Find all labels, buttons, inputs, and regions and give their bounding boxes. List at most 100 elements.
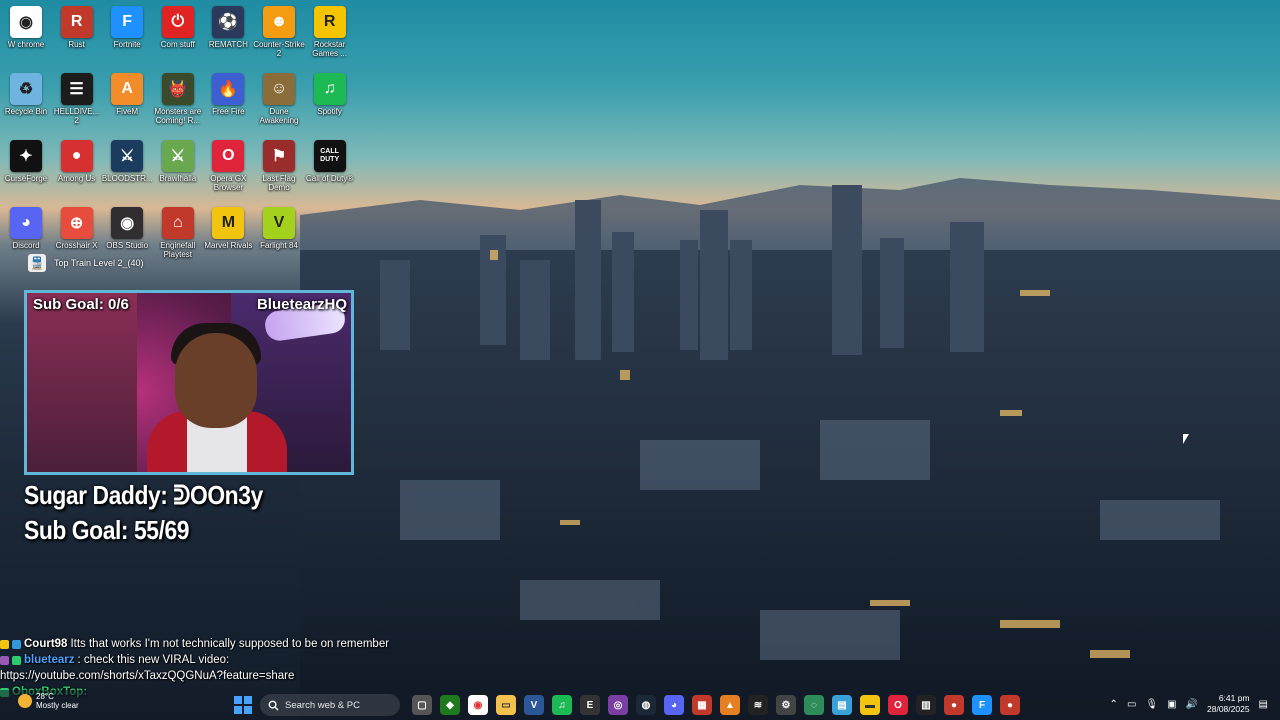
chat-username: bluetearz: [24, 654, 75, 666]
spotify-icon[interactable]: ♫: [552, 695, 572, 715]
vs-icon[interactable]: V: [524, 695, 544, 715]
enginefall-icon: ⌂: [161, 207, 194, 239]
app-icon[interactable]: ●: [944, 695, 964, 715]
opera-gx-icon[interactable]: O: [888, 695, 908, 715]
cam-sub-goal: Sub Goal: 0/6: [33, 296, 129, 313]
notification-icon[interactable]: ▤: [1259, 699, 1268, 710]
search-placeholder: Search web & PC: [285, 699, 360, 711]
badge-icon: [12, 655, 21, 665]
marvel-rivals-icon: M: [212, 207, 245, 239]
weather-icon: [18, 694, 32, 708]
desktop-item-top-train[interactable]: 🚆 Top Train Level 2_(40): [28, 254, 144, 272]
chat-message: https://youtube.com/shorts/xTaxzQQGNuA?f…: [0, 668, 389, 684]
chat-link[interactable]: https://youtube.com/shorts/xTaxzQQGNuA?f…: [0, 668, 294, 684]
desktop-icon[interactable]: R Rust: [51, 0, 103, 60]
opera-gx-icon: O: [212, 140, 245, 172]
discord-icon[interactable]: ◕: [664, 695, 684, 715]
desktop-icon[interactable]: A FiveM: [101, 67, 153, 127]
desktop-icon[interactable]: ♫ Spotify: [304, 67, 356, 127]
desktop-icon[interactable]: ⚔ BLOODSTR...: [101, 134, 153, 194]
app-icon[interactable]: ◎: [608, 695, 628, 715]
task-view-icon[interactable]: ▢: [412, 695, 432, 715]
desktop-icon-label: CurseForge: [4, 174, 48, 183]
desktop-icon-label: Counter-Strike 2: [253, 40, 305, 58]
clock-date: 28/08/2025: [1207, 704, 1250, 714]
desktop-icon[interactable]: ⚔ Brawlhalla: [152, 134, 204, 194]
farlight-icon: V: [263, 207, 295, 239]
fortnite-icon[interactable]: F: [972, 695, 992, 715]
xbox-icon[interactable]: ◆: [440, 695, 460, 715]
desktop-icon[interactable]: 👹 Monsters are Coming! R...: [152, 67, 204, 127]
desktop-icon[interactable]: ☺ Dune Awakening: [253, 67, 305, 127]
desktop-icon-label: Enginefall Playtest: [160, 241, 196, 259]
monsters-icon: 👹: [161, 73, 194, 105]
network-icon[interactable]: ▣: [1167, 699, 1176, 710]
cam-channel-name: BluetearzHQ: [256, 296, 347, 313]
chat-message: Court98 Itts that works I'm not technica…: [0, 636, 389, 652]
chevron-up-icon[interactable]: ⌃: [1110, 699, 1118, 710]
desktop-icon[interactable]: ♻ Recycle Bin: [0, 67, 52, 127]
app-icon[interactable]: ▥: [916, 695, 936, 715]
app-icon[interactable]: ◌: [804, 695, 824, 715]
app-icon[interactable]: ≋: [748, 695, 768, 715]
desktop-icon[interactable]: R Rockstar Games ...: [304, 0, 356, 60]
desktop-icon[interactable]: ⊕ Crosshair X: [51, 201, 103, 261]
cam-background: [27, 293, 137, 472]
desktop-icon[interactable]: ☰ HELLDIVE... 2: [51, 67, 103, 127]
taskbar-apps: ▢ ◆ ◉ ▭ V ♫ E ◎ ◍ ◕ ▦ ▲ ≋ ⚙ ◌ ▤ ▬ O ▥ ● …: [412, 695, 1020, 715]
desktop-icon-label: Fortnite: [113, 40, 141, 49]
desktop-icon-label: W chrome: [7, 40, 45, 49]
desktop-icon[interactable]: V Farlight 84: [253, 201, 305, 261]
microphone-icon[interactable]: 🎙: [1145, 699, 1158, 710]
start-button[interactable]: [234, 696, 252, 714]
file-explorer-icon[interactable]: ▭: [496, 695, 516, 715]
weather-widget[interactable]: 28°C Mostly clear: [18, 692, 79, 710]
desktop-icon[interactable]: O Opera GX Browser: [202, 134, 254, 194]
desktop-icon[interactable]: ⚑ Last Flag Demo: [253, 134, 305, 194]
desktop-icon[interactable]: F Fortnite: [101, 0, 153, 60]
volume-icon[interactable]: 🔊: [1186, 699, 1198, 710]
desktop-icon[interactable]: ☻ Counter-Strike 2: [253, 0, 305, 60]
desktop-icon[interactable]: ◕ Discord: [0, 201, 52, 261]
weather-temp: 28°C: [36, 692, 54, 701]
desktop-icon-label: Rust: [68, 40, 85, 49]
desktop-icon-label: FiveM: [116, 107, 139, 116]
desktop-item-label: Top Train Level 2_(40): [54, 258, 144, 268]
among-us-icon: ●: [60, 140, 93, 172]
taskbar-search[interactable]: Search web & PC: [260, 694, 400, 716]
desktop-icon[interactable]: CALL DUTY Call of Duty®: [304, 134, 356, 194]
clock[interactable]: 6:41 pm 28/08/2025: [1207, 693, 1250, 715]
app-icon[interactable]: E: [580, 695, 600, 715]
last-flag-icon: ⚑: [263, 140, 295, 172]
webcam-overlay: Sub Goal: 0/6 BluetearzHQ: [24, 290, 354, 475]
sub-goal-label: Sub Goal: 55/69: [24, 515, 190, 545]
mouse-cursor: [1183, 434, 1189, 444]
desktop-icon-label: Marvel Rivals: [204, 241, 253, 250]
desktop-icon[interactable]: 🔥 Free Fire: [202, 67, 254, 127]
clock-time: 6:41 pm: [1218, 693, 1250, 703]
helldivers-icon: ☰: [60, 73, 93, 105]
chrome-icon[interactable]: ◉: [468, 695, 488, 715]
desktop-icon[interactable]: ◉ W chrome: [0, 0, 52, 60]
app-icon[interactable]: ●: [1000, 695, 1020, 715]
desktop-icon[interactable]: ⚽ REMATCH: [202, 0, 254, 60]
app-icon[interactable]: ⚙: [776, 695, 796, 715]
desktop-icon[interactable]: M Marvel Rivals: [202, 201, 254, 261]
desktop-icon[interactable]: ⌂ Enginefall Playtest: [152, 201, 204, 261]
power-icon: ⏻: [161, 6, 194, 38]
vlc-icon[interactable]: ▲: [720, 695, 740, 715]
app-icon[interactable]: ▤: [832, 695, 852, 715]
call-of-duty-icon: CALL DUTY: [313, 140, 346, 172]
rematch-icon: ⚽: [212, 6, 245, 38]
desktop-icon-label: Call of Duty®: [305, 174, 354, 183]
desktop-icon[interactable]: ✦ CurseForge: [0, 134, 52, 194]
desktop-icon[interactable]: ● Among Us: [51, 134, 103, 194]
app-icon[interactable]: ▦: [692, 695, 712, 715]
sticky-notes-icon[interactable]: ▬: [860, 695, 880, 715]
desktop-icon[interactable]: ⏻ Com stuff: [152, 0, 204, 60]
desktop-icon-label: HELLDIVE... 2: [53, 107, 100, 125]
steam-icon[interactable]: ◍: [636, 695, 656, 715]
display-icon[interactable]: ▭: [1127, 699, 1136, 710]
chat-text: : check this new VIRAL video:: [77, 654, 230, 666]
desktop-icon[interactable]: ◉ OBS Studio: [101, 201, 153, 261]
